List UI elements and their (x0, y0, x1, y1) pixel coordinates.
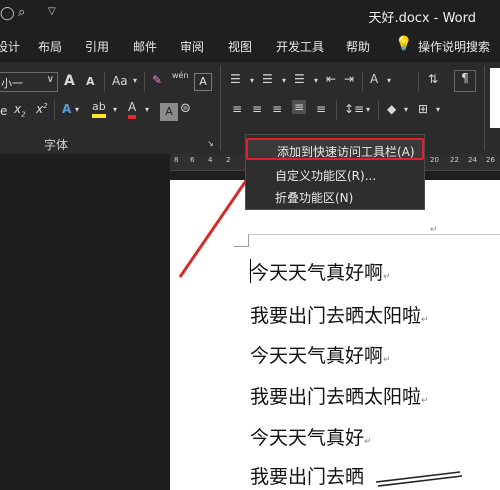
annotation-arrow (178, 157, 262, 278)
menu-item-collapse-ribbon[interactable]: 折叠功能区(N) (246, 186, 424, 208)
ribbon-context-menu: 添加到快速访问工具栏(A) 自定义功能区(R)... 折叠功能区(N) (245, 134, 425, 210)
menu-item-add-to-qat[interactable]: 添加到快速访问工具栏(A) (246, 138, 424, 160)
menu-item-customize-ribbon[interactable]: 自定义功能区(R)... (246, 164, 424, 186)
